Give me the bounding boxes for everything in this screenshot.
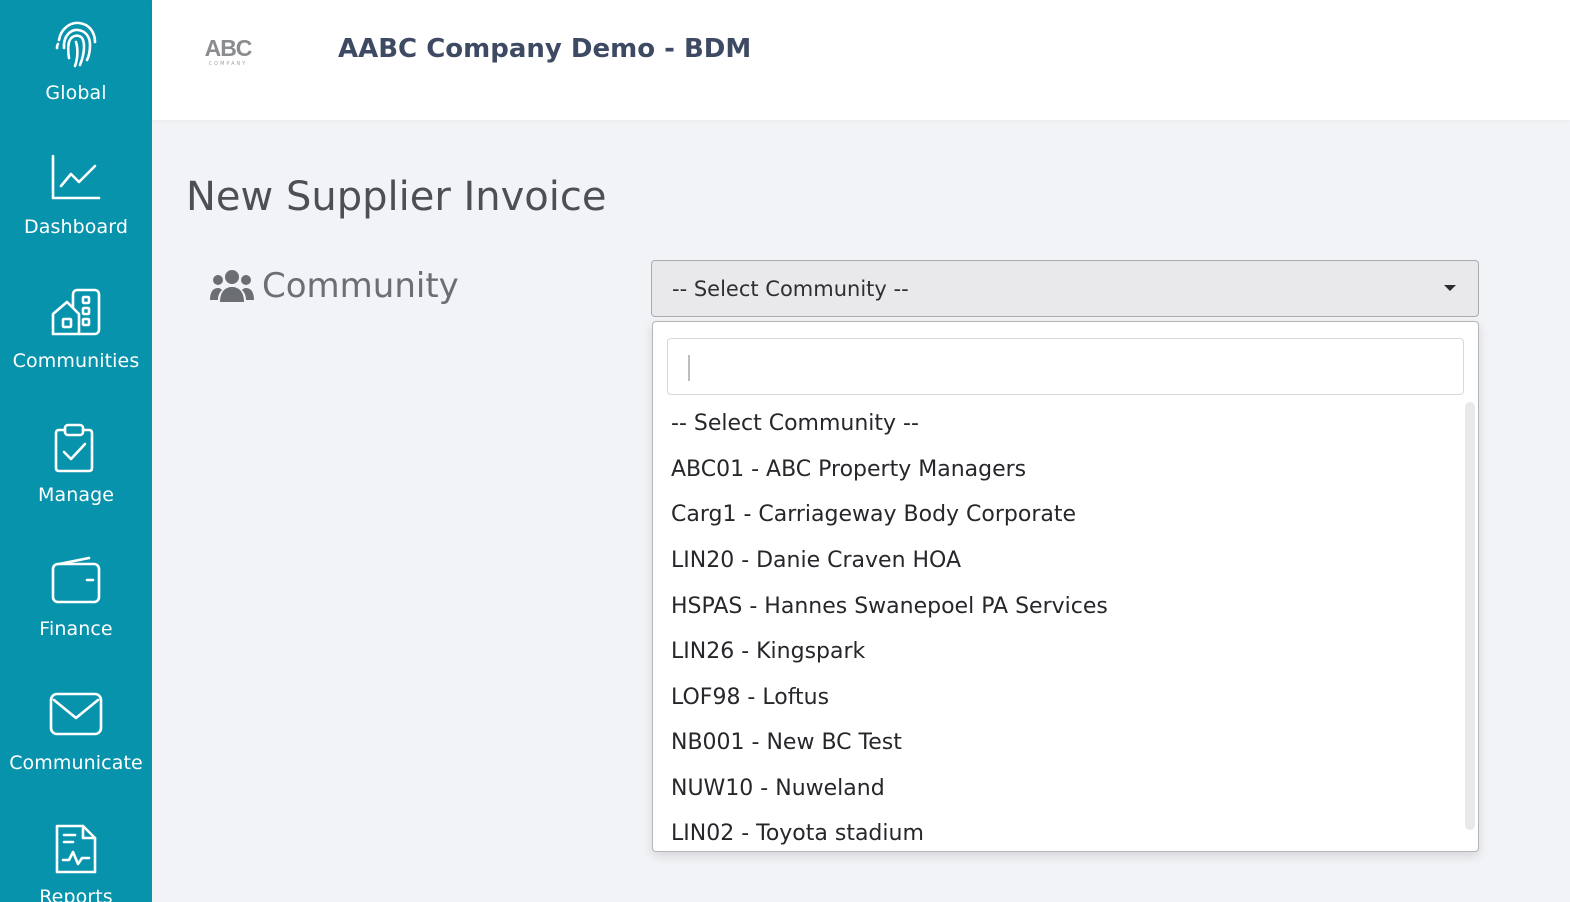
- wallet-icon: [51, 556, 101, 604]
- sidebar-item-label: Communities: [12, 350, 140, 372]
- logo-subtext: COMPANY: [208, 61, 248, 67]
- clipboard-check-icon: [54, 423, 94, 473]
- community-select[interactable]: -- Select Community --: [651, 260, 1479, 317]
- sidebar-item-dashboard[interactable]: Dashboard: [0, 134, 152, 268]
- community-dropdown: -- Select Community -- ABC01 - ABC Prope…: [652, 321, 1479, 852]
- page-title: New Supplier Invoice: [186, 174, 607, 220]
- sidebar-item-label: Finance: [39, 618, 113, 640]
- scrollbar-thumb[interactable]: [1465, 402, 1475, 830]
- logo-text: ABC: [204, 35, 253, 61]
- sidebar-item-label: Reports: [39, 886, 113, 902]
- dropdown-scrollbar[interactable]: [1465, 402, 1475, 851]
- envelope-icon: [49, 692, 103, 736]
- community-option[interactable]: NUW10 - Nuweland: [671, 769, 885, 809]
- community-option[interactable]: LIN26 - Kingspark: [671, 632, 865, 672]
- community-field-label: Community: [210, 266, 459, 306]
- sidebar-item-label: Communicate: [9, 752, 143, 774]
- community-option[interactable]: LOF98 - Loftus: [671, 678, 829, 718]
- sidebar-item-communicate[interactable]: Communicate: [0, 670, 152, 804]
- fingerprint-icon: [55, 21, 97, 68]
- community-option[interactable]: LIN02 - Toyota stadium: [671, 814, 924, 851]
- company-logo[interactable]: ABC COMPANY: [190, 20, 266, 84]
- buildings-icon: [51, 288, 101, 336]
- sidebar-item-manage[interactable]: Manage: [0, 402, 152, 536]
- chart-line-icon: [51, 154, 101, 200]
- sidebar-item-global[interactable]: Global: [0, 0, 152, 134]
- sidebar-item-label: Global: [45, 82, 107, 104]
- users-icon: [210, 270, 254, 302]
- community-option[interactable]: NB001 - New BC Test: [671, 723, 902, 763]
- sidebar-item-label: Dashboard: [24, 216, 128, 238]
- community-options-list: -- Select Community -- ABC01 - ABC Prope…: [653, 402, 1465, 851]
- company-title: AABC Company Demo - BDM: [338, 34, 752, 64]
- community-search-input[interactable]: [667, 338, 1464, 395]
- top-header: ABC COMPANY AABC Company Demo - BDM: [152, 0, 1570, 120]
- community-option[interactable]: HSPAS - Hannes Swanepoel PA Services: [671, 587, 1108, 627]
- community-option[interactable]: -- Select Community --: [671, 404, 919, 444]
- sidebar: Global Dashboard Communities Manage Fina…: [0, 0, 152, 902]
- sidebar-item-label: Manage: [37, 484, 115, 506]
- community-option[interactable]: Carg1 - Carriageway Body Corporate: [671, 495, 1076, 535]
- community-option[interactable]: ABC01 - ABC Property Managers: [671, 450, 1026, 490]
- sidebar-item-finance[interactable]: Finance: [0, 536, 152, 670]
- sidebar-item-reports[interactable]: Reports: [0, 804, 152, 902]
- community-label-text: Community: [262, 266, 459, 306]
- community-select-value: -- Select Community --: [672, 276, 909, 301]
- caret-down-icon: [1444, 285, 1456, 291]
- community-option[interactable]: LIN20 - Danie Craven HOA: [671, 541, 961, 581]
- report-icon: [55, 824, 97, 874]
- text-cursor: [688, 355, 690, 381]
- sidebar-item-communities[interactable]: Communities: [0, 268, 152, 402]
